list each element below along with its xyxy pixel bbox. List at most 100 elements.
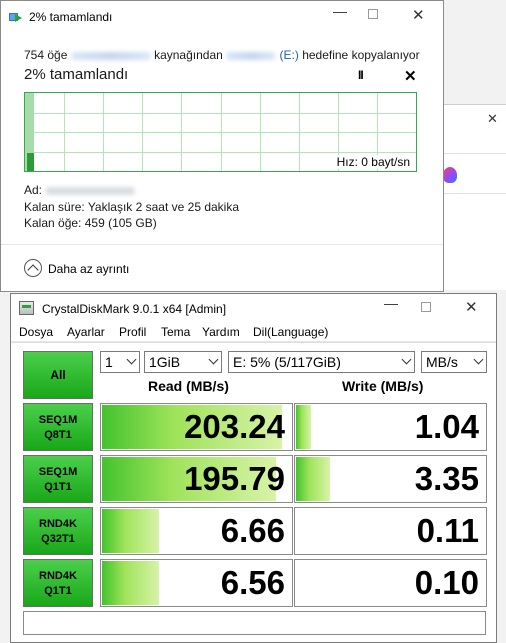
copy-icon (9, 11, 23, 23)
cancel-icon[interactable]: ✕ (404, 67, 417, 85)
test-name: RND4K (39, 570, 77, 582)
read-header: Read (MB/s) (148, 378, 229, 394)
result-bar (102, 509, 159, 553)
read-result-cell: 203.24 (100, 403, 293, 451)
test-size-value: 1GiB (149, 354, 181, 370)
unit-value: MB/s (426, 354, 458, 370)
test-count-value: 1 (105, 354, 113, 370)
test-name: SEQ1M (38, 414, 78, 426)
test-seq1m-q8t1-button[interactable]: SEQ1M Q8T1 (23, 403, 93, 451)
chevron-down-icon (401, 354, 412, 365)
grid-line (181, 93, 182, 171)
unit-select[interactable]: MB/s (421, 351, 487, 373)
window-title: CrystalDiskMark 9.0.1 x64 [Admin] (42, 302, 227, 316)
close-icon[interactable]: ✕ (465, 298, 478, 316)
write-value: 1.04 (414, 408, 479, 445)
speed-fill (27, 153, 34, 171)
speed-readout: Hız: 0 bayt/sn (332, 155, 410, 169)
write-value: 0.11 (416, 512, 479, 549)
menu-settings[interactable]: Ayarlar (67, 325, 105, 339)
result-bar (296, 457, 330, 501)
divider (1, 244, 443, 245)
pause-icon[interactable]: II (358, 68, 364, 82)
test-seq1m-q1t1-button[interactable]: SEQ1M Q1T1 (23, 455, 93, 503)
chevron-down-icon (208, 354, 219, 365)
chevron-down-icon (473, 354, 484, 365)
crystaldiskmark-window: CrystalDiskMark 9.0.1 x64 [Admin] — ✕ Do… (10, 293, 497, 643)
write-result-cell: 0.11 (294, 507, 487, 555)
test-params: Q32T1 (41, 533, 75, 545)
menu-help[interactable]: Yardım (202, 325, 240, 339)
menu-language[interactable]: Dil(Language) (253, 325, 328, 339)
test-rnd4k-q32t1-button[interactable]: RND4K Q32T1 (23, 507, 93, 555)
test-params: Q1T1 (44, 481, 72, 493)
title-bar[interactable]: 2% tamamlandı — ✕ (1, 1, 443, 33)
grid-line (221, 93, 222, 171)
chevron-up-icon[interactable] (24, 259, 42, 277)
test-count-select[interactable]: 1 (100, 351, 140, 373)
close-icon[interactable]: ✕ (412, 6, 425, 24)
items-left: Kalan öğe: 459 (105 GB) (24, 216, 157, 230)
transfer-speed-graph: Hız: 0 bayt/sn (24, 92, 417, 172)
write-value: 3.35 (414, 460, 479, 497)
read-value: 195.79 (184, 460, 285, 497)
grid-line (299, 93, 300, 171)
minimize-icon[interactable]: — (333, 3, 347, 19)
grid-line (260, 93, 261, 171)
window-title: 2% tamamlandı (29, 10, 113, 24)
grid-line (64, 93, 65, 171)
destination-label: hedefine kopyalanıyor (302, 48, 420, 62)
write-value: 0.10 (414, 564, 479, 601)
read-value: 6.56 (220, 564, 285, 601)
comment-box[interactable] (23, 611, 486, 635)
title-bar[interactable]: CrystalDiskMark 9.0.1 x64 [Admin] — ✕ (11, 294, 496, 322)
item-count: 754 öğe (24, 48, 68, 62)
app-logo-icon (443, 167, 457, 183)
name-label: Ad: (24, 183, 43, 197)
read-value: 6.66 (220, 512, 285, 549)
close-icon[interactable]: ✕ (487, 111, 498, 127)
read-result-cell: 6.66 (100, 507, 293, 555)
menu-file[interactable]: Dosya (19, 325, 53, 339)
progress-heading: 2% tamamlandı (24, 66, 129, 83)
copy-progress-dialog: 2% tamamlandı — ✕ 754 öğe kaynağından (E… (0, 0, 444, 292)
menu-theme[interactable]: Tema (161, 325, 190, 339)
background-window: ✕ (440, 104, 506, 290)
time-left: Kalan süre: Yaklaşık 2 saat ve 25 dakika (24, 200, 240, 214)
write-header: Write (MB/s) (342, 378, 424, 394)
source-label: kaynağından (154, 48, 223, 62)
grid-line (103, 93, 104, 171)
redacted-file-name (45, 186, 136, 195)
test-params: Q1T1 (44, 585, 72, 597)
chevron-down-icon (126, 354, 137, 365)
copy-description: 754 öğe kaynağından (E:) hedefine kopyal… (24, 48, 420, 62)
test-name: SEQ1M (38, 466, 78, 478)
result-bar (102, 561, 159, 605)
test-rnd4k-q1t1-button[interactable]: RND4K Q1T1 (23, 559, 93, 607)
menu-profile[interactable]: Profil (119, 325, 146, 339)
test-size-select[interactable]: 1GiB (144, 351, 222, 373)
write-result-cell: 1.04 (294, 403, 487, 451)
write-result-cell: 3.35 (294, 455, 487, 503)
destination-drive-link[interactable]: (E:) (280, 48, 299, 62)
test-name: RND4K (39, 518, 77, 530)
file-name-row: Ad: (24, 183, 136, 197)
drive-select[interactable]: E: 5% (5/117GiB) (228, 351, 415, 373)
minimize-icon[interactable]: — (384, 295, 398, 311)
redacted-destination (226, 51, 277, 60)
redacted-source (70, 51, 151, 60)
less-details-button[interactable]: Daha az ayrıntı (48, 262, 129, 276)
test-params: Q8T1 (44, 429, 72, 441)
disk-icon (19, 301, 34, 315)
write-result-cell: 0.10 (294, 559, 487, 607)
divider (441, 153, 506, 154)
result-bar (296, 405, 311, 449)
benchmark-pane: All 1 1GiB E: 5% (5/117GiB) MB/s Read (M… (11, 342, 496, 642)
drive-value: E: 5% (5/117GiB) (233, 354, 341, 370)
grid-line (142, 93, 143, 171)
menu-bar: Dosya Ayarlar Profil Tema Yardım Dil(Lan… (11, 322, 496, 342)
maximize-icon[interactable] (421, 302, 431, 312)
maximize-icon[interactable] (368, 9, 378, 19)
divider (441, 193, 506, 194)
run-all-button[interactable]: All (23, 351, 93, 399)
